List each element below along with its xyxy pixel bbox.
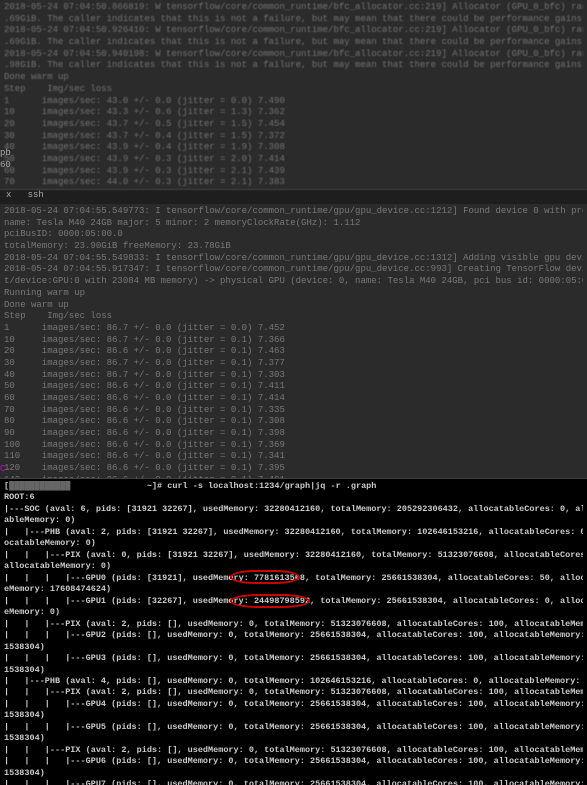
log-line: 10 images/sec: 43.3 +/- 0.6 (jitter = 1.… [4, 107, 583, 119]
log-line: | | |---PIX (aval: 0, pids: [31921 32267… [4, 550, 583, 561]
log-line: 40 images/sec: 86.7 +/- 0.0 (jitter = 0.… [4, 370, 583, 382]
log-line: 40 images/sec: 43.9 +/- 0.4 (jitter = 1.… [4, 142, 583, 154]
log-line: 10 images/sec: 86.7 +/- 0.0 (jitter = 0.… [4, 335, 583, 347]
gutter-char: 60 [0, 160, 11, 172]
log-line: pciBusID: 0000:05:00.0 [4, 229, 583, 241]
log-line: 2018-05-24 07:04:55.917347: I tensorflow… [4, 264, 583, 276]
log-line: 60 images/sec: 86.6 +/- 0.0 (jitter = 0.… [4, 393, 583, 405]
gutter-char: pb [0, 148, 11, 160]
terminal-tab-bar[interactable]: x ssh [0, 190, 587, 204]
log-line: Step Img/sec loss [4, 84, 583, 96]
log-line: 2018-05-24 07:04:55.549773: I tensorflow… [4, 206, 583, 218]
log-line: 1538304) [4, 665, 583, 676]
log-line: 70 images/sec: 44.0 +/- 0.3 (jitter = 2.… [4, 177, 583, 189]
log-line: 30 images/sec: 43.7 +/- 0.4 (jitter = 1.… [4, 131, 583, 143]
log-line: | | | |---GPU5 (pids: [], usedMemory: 0,… [4, 722, 583, 733]
graph-output: ROOT:6|---SOC (aval: 6, pids: [31921 322… [4, 492, 583, 785]
log-line: 1538304) [4, 710, 583, 721]
log-line: eMemory: 0) [4, 607, 583, 618]
log-line: 1538304) [4, 642, 583, 653]
terminal-pane-3[interactable]: [████████████ ~]# curl -s localhost:1234… [0, 479, 587, 785]
log-line: ableMemory: 0) [4, 515, 583, 526]
log-line: |---SOC (aval: 6, pids: [31921 32267], u… [4, 504, 583, 515]
log-line: 1 images/sec: 43.0 +/- 0.0 (jitter = 0.0… [4, 96, 583, 108]
log-line: | |---PHB (aval: 2, pids: [31921 32267],… [4, 527, 583, 538]
log-line: | | | |---GPU1 (pids: [32267], usedMemor… [4, 596, 583, 607]
log-line: .69GiB. The caller indicates that this i… [4, 14, 583, 26]
log-line: 80 images/sec: 86.6 +/- 0.0 (jitter = 0.… [4, 416, 583, 428]
log-line: 20 images/sec: 86.6 +/- 0.0 (jitter = 0.… [4, 346, 583, 358]
log-line: 140 images/sec: 86.6 +/- 0.0 (jitter = 0… [4, 475, 583, 479]
log-line: | |---PHB (aval: 4, pids: [], usedMemory… [4, 676, 583, 687]
log-line: 1 images/sec: 86.7 +/- 0.0 (jitter = 0.0… [4, 323, 583, 335]
log-line: t/device:GPU:0 with 23084 MB memory) -> … [4, 276, 583, 288]
log-block-1: 2018-05-24 07:04:50.866819: W tensorflow… [4, 2, 583, 189]
log-block-2: 2018-05-24 07:04:55.549773: I tensorflow… [4, 206, 583, 479]
log-line: | | | |---GPU3 (pids: [], usedMemory: 0,… [4, 653, 583, 664]
log-line: .98GiB. The caller indicates that this i… [4, 60, 583, 72]
log-line: 20 images/sec: 43.7 +/- 0.5 (jitter = 1.… [4, 119, 583, 131]
log-line: 1538304) [4, 733, 583, 744]
log-line: | | | |---GPU6 (pids: [], usedMemory: 0,… [4, 756, 583, 767]
log-line: 60 images/sec: 43.9 +/- 0.3 (jitter = 2.… [4, 166, 583, 178]
log-line: Done warm up [4, 72, 583, 84]
log-line: 2018-05-24 07:04:50.866819: W tensorflow… [4, 2, 583, 14]
log-line: .69GiB. The caller indicates that this i… [4, 37, 583, 49]
log-line: 30 images/sec: 86.7 +/- 0.0 (jitter = 0.… [4, 358, 583, 370]
log-line: Step Img/sec loss [4, 311, 583, 323]
log-line: 100 images/sec: 86.6 +/- 0.0 (jitter = 0… [4, 440, 583, 452]
log-line: Running warm up [4, 288, 583, 300]
log-line: 1538304) [4, 768, 583, 779]
log-line: | | |---PIX (aval: 2, pids: [], usedMemo… [4, 687, 583, 698]
log-line: totalMemory: 23.90GiB freeMemory: 23.78G… [4, 241, 583, 253]
log-line: eMemory: 17608474624) [4, 584, 583, 595]
log-line: 120 images/sec: 86.6 +/- 0.0 (jitter = 0… [4, 463, 583, 475]
log-line: allocatableMemory: 0) [4, 561, 583, 572]
terminal-pane-2[interactable]: 2018-05-24 07:04:55.549773: I tensorflow… [0, 204, 587, 479]
log-line: | | | |---GPU4 (pids: [], usedMemory: 0,… [4, 699, 583, 710]
log-line: | | |---PIX (aval: 2, pids: [], usedMemo… [4, 619, 583, 630]
log-line: 2018-05-24 07:04:50.940198: W tensorflow… [4, 49, 583, 61]
log-line: Done warm up [4, 300, 583, 312]
gutter-char: C- [0, 464, 11, 476]
log-line: ROOT:6 [4, 492, 583, 503]
log-line: 50 images/sec: 43.9 +/- 0.3 (jitter = 2.… [4, 154, 583, 166]
shell-prompt: [████████████ ~]# curl -s localhost:1234… [4, 481, 583, 492]
log-line: | | | |---GPU0 (pids: [31921], usedMemor… [4, 573, 583, 584]
log-line: 90 images/sec: 86.6 +/- 0.0 (jitter = 0.… [4, 428, 583, 440]
log-line: | | | |---GPU7 (pids: [], usedMemory: 0,… [4, 779, 583, 785]
log-line: | | | |---GPU2 (pids: [], usedMemory: 0,… [4, 630, 583, 641]
log-line: 110 images/sec: 86.6 +/- 0.0 (jitter = 0… [4, 451, 583, 463]
log-line: ocatableMemory: 0) [4, 538, 583, 549]
log-line: 2018-05-24 07:04:55.549833: I tensorflow… [4, 253, 583, 265]
log-line: 50 images/sec: 86.6 +/- 0.0 (jitter = 0.… [4, 381, 583, 393]
log-line: | | |---PIX (aval: 2, pids: [], usedMemo… [4, 745, 583, 756]
log-line: 70 images/sec: 86.6 +/- 0.0 (jitter = 0.… [4, 405, 583, 417]
log-line: name: Tesla M40 24GB major: 5 minor: 2 m… [4, 218, 583, 230]
log-line: 2018-05-24 07:04:50.926410: W tensorflow… [4, 25, 583, 37]
terminal-pane-1[interactable]: 2018-05-24 07:04:50.866819: W tensorflow… [0, 0, 587, 190]
